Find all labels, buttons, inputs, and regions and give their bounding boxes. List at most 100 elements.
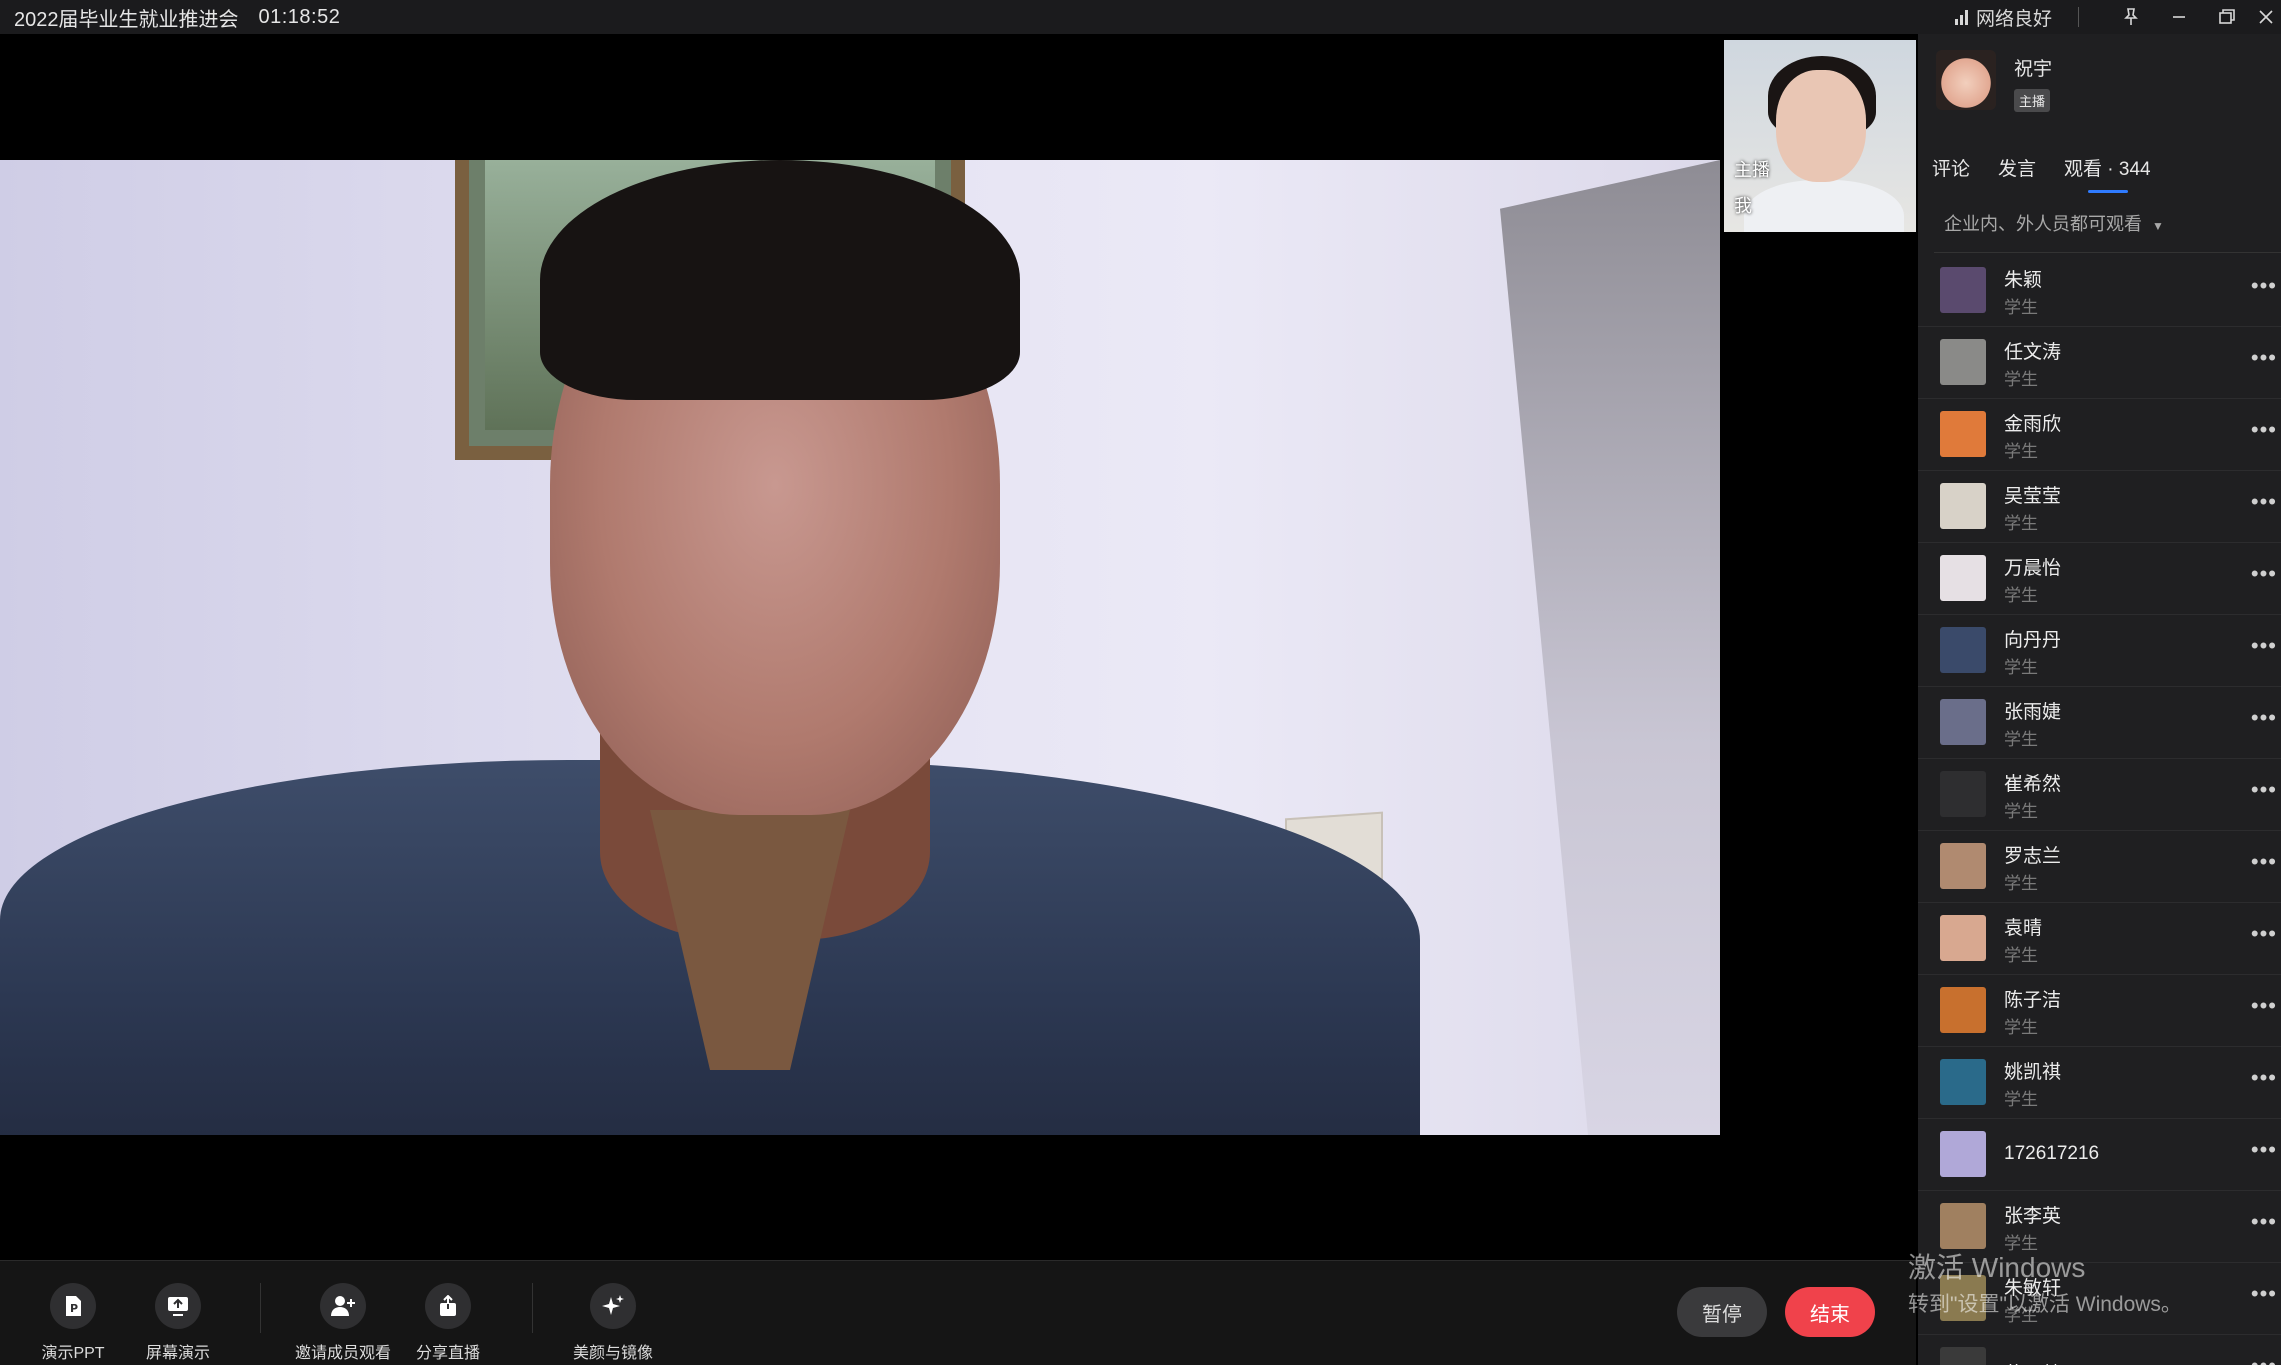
viewer-avatar[interactable] xyxy=(1940,1275,1986,1321)
viewer-role: 学生 xyxy=(2004,802,2038,821)
toolbar-divider xyxy=(532,1283,533,1333)
signal-icon xyxy=(1954,9,1968,25)
viewer-row[interactable]: 罗志兰 学生 ••• xyxy=(1918,831,2281,903)
viewer-row[interactable]: 172617216 ••• xyxy=(1918,1119,2281,1191)
close-button[interactable] xyxy=(2251,0,2281,34)
more-options-icon[interactable]: ••• xyxy=(2251,561,2277,587)
viewer-avatar[interactable] xyxy=(1940,411,1986,457)
viewer-row[interactable]: 向丹丹 学生 ••• xyxy=(1918,615,2281,687)
viewer-name: 张李英 xyxy=(2004,1206,2062,1227)
more-options-icon[interactable]: ••• xyxy=(2251,1281,2277,1307)
viewer-avatar[interactable] xyxy=(1940,555,1986,601)
more-options-icon[interactable]: ••• xyxy=(2251,633,2277,659)
viewer-name: 朱颖 xyxy=(2004,270,2043,291)
restore-button[interactable] xyxy=(2203,0,2251,34)
viewer-name: 朱敏轩 xyxy=(2004,1278,2062,1299)
viewer-row[interactable]: 姚凯祺 学生 ••• xyxy=(1918,1047,2281,1119)
share-live-button[interactable]: 分享直播 xyxy=(393,1283,503,1363)
share-icon xyxy=(425,1283,471,1329)
viewer-name: 袁晴 xyxy=(2004,918,2043,939)
screen-share-icon xyxy=(155,1283,201,1329)
viewer-row[interactable]: 袁晴学生 ••• xyxy=(1918,903,2281,975)
caret-down-icon: ▼ xyxy=(2152,219,2164,233)
viewer-name: 172617216 xyxy=(2004,1143,2100,1164)
viewer-row[interactable]: 朱敏轩学生 ••• xyxy=(1918,1263,2281,1335)
tab-speak[interactable]: 发言 xyxy=(1998,154,2036,181)
viewer-name: 向丹丹 xyxy=(2004,630,2062,651)
viewer-row[interactable]: 陈子洁 学生 ••• xyxy=(1918,975,2281,1047)
invite-viewers-label: 邀请成员观看 xyxy=(294,1345,391,1362)
viewer-avatar[interactable] xyxy=(1940,1131,1986,1177)
network-status: 网络良好 xyxy=(1954,4,2052,31)
more-options-icon[interactable]: ••• xyxy=(2251,1137,2277,1163)
viewer-row[interactable]: 吴莹莹 学生 ••• xyxy=(1918,471,2281,543)
more-options-icon[interactable]: ••• xyxy=(2251,345,2277,371)
more-options-icon[interactable]: ••• xyxy=(2251,705,2277,731)
viewer-role: 学生 xyxy=(2004,370,2038,389)
viewer-avatar[interactable] xyxy=(1940,627,1986,673)
more-options-icon[interactable]: ••• xyxy=(2251,417,2277,443)
more-options-icon[interactable]: ••• xyxy=(2251,1209,2277,1235)
viewer-name: 姚凯祺 xyxy=(2004,1062,2062,1083)
viewer-avatar[interactable] xyxy=(1940,1203,1986,1249)
viewer-avatar[interactable] xyxy=(1940,267,1986,313)
viewer-avatar[interactable] xyxy=(1940,843,1986,889)
viewer-row[interactable]: 崔希然 学生 ••• xyxy=(1918,759,2281,831)
viewer-avatar[interactable] xyxy=(1940,771,1986,817)
title-bar: 2022届毕业生就业推进会 01:18:52 网络良好 xyxy=(0,0,2281,34)
beauty-mirror-button[interactable]: 美颜与镜像 xyxy=(558,1283,668,1363)
invite-viewers-button[interactable]: 邀请成员观看 xyxy=(288,1283,398,1363)
more-options-icon[interactable]: ••• xyxy=(2251,993,2277,1019)
viewer-row[interactable]: 黄明慧 ••• xyxy=(1918,1335,2281,1365)
tab-comments[interactable]: 评论 xyxy=(1932,154,1970,181)
more-options-icon[interactable]: ••• xyxy=(2251,777,2277,803)
screen-share-label: 屏幕演示 xyxy=(145,1345,210,1362)
pin-icon[interactable] xyxy=(2107,0,2155,34)
viewer-name: 吴莹莹 xyxy=(2004,486,2062,507)
invite-user-icon xyxy=(320,1283,366,1329)
host-info: 祝宇 主播 xyxy=(1936,50,2052,112)
more-options-icon[interactable]: ••• xyxy=(2251,1065,2277,1091)
svg-text:P: P xyxy=(70,1302,78,1315)
host-badge: 主播 xyxy=(2014,89,2051,112)
more-options-icon[interactable]: ••• xyxy=(2251,849,2277,875)
present-ppt-button[interactable]: P 演示PPT xyxy=(18,1283,128,1363)
speaker-hair xyxy=(540,160,1020,400)
live-timer: 01:18:52 xyxy=(258,5,341,28)
viewer-avatar[interactable] xyxy=(1940,699,1986,745)
share-live-label: 分享直播 xyxy=(415,1345,480,1362)
viewer-row[interactable]: 金雨欣 学生 ••• xyxy=(1918,399,2281,471)
viewer-avatar[interactable] xyxy=(1940,483,1986,529)
viewer-role: 学生 xyxy=(2004,586,2038,605)
host-name: 祝宇 xyxy=(2014,59,2053,80)
panel-tabs: 评论 发言 观看 · 344 xyxy=(1932,154,2179,193)
more-options-icon[interactable]: ••• xyxy=(2251,921,2277,947)
visibility-dropdown[interactable]: 企业内、外人员都可观看 ▼ xyxy=(1944,210,2164,236)
viewer-avatar[interactable] xyxy=(1940,1347,1986,1365)
viewer-avatar[interactable] xyxy=(1940,987,1986,1033)
self-camera-preview[interactable]: 主播 我 xyxy=(1724,40,1916,232)
viewer-avatar[interactable] xyxy=(1940,339,1986,385)
viewer-row[interactable]: 张李英 学生 ••• xyxy=(1918,1191,2281,1263)
tab-viewers[interactable]: 观看 · 344 xyxy=(2064,154,2151,193)
viewer-row[interactable]: 朱颖 学生 ••• xyxy=(1918,255,2281,327)
viewer-role: 学生 xyxy=(2004,946,2038,965)
viewer-row[interactable]: 万晨怡 学生 ••• xyxy=(1918,543,2281,615)
viewer-avatar[interactable] xyxy=(1940,915,1986,961)
viewer-name: 任文涛 xyxy=(2004,342,2062,363)
end-button[interactable]: 结束 xyxy=(1785,1287,1875,1337)
screen-share-button[interactable]: 屏幕演示 xyxy=(123,1283,233,1363)
pause-button[interactable]: 暂停 xyxy=(1677,1287,1767,1337)
host-avatar[interactable] xyxy=(1936,50,1996,110)
viewer-role: 学生 xyxy=(2004,1306,2038,1325)
more-options-icon[interactable]: ••• xyxy=(2251,1353,2277,1365)
minimize-button[interactable] xyxy=(2155,0,2203,34)
viewer-name: 黄明慧 xyxy=(2004,1359,2061,1365)
more-options-icon[interactable]: ••• xyxy=(2251,273,2277,299)
viewer-row[interactable]: 张雨婕 学生 ••• xyxy=(1918,687,2281,759)
viewer-name: 张雨婕 xyxy=(2004,702,2062,723)
viewer-avatar[interactable] xyxy=(1940,1059,1986,1105)
viewer-row[interactable]: 任文涛学生 ••• xyxy=(1918,327,2281,399)
viewer-name: 罗志兰 xyxy=(2004,846,2062,867)
more-options-icon[interactable]: ••• xyxy=(2251,489,2277,515)
